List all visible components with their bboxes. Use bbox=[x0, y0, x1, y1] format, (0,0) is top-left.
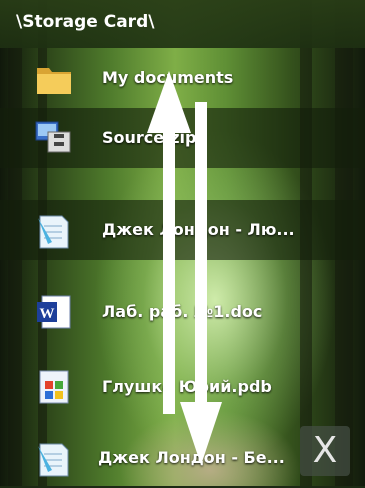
close-button[interactable]: X bbox=[300, 426, 350, 476]
up-down-scroll-arrows-icon bbox=[147, 71, 222, 465]
